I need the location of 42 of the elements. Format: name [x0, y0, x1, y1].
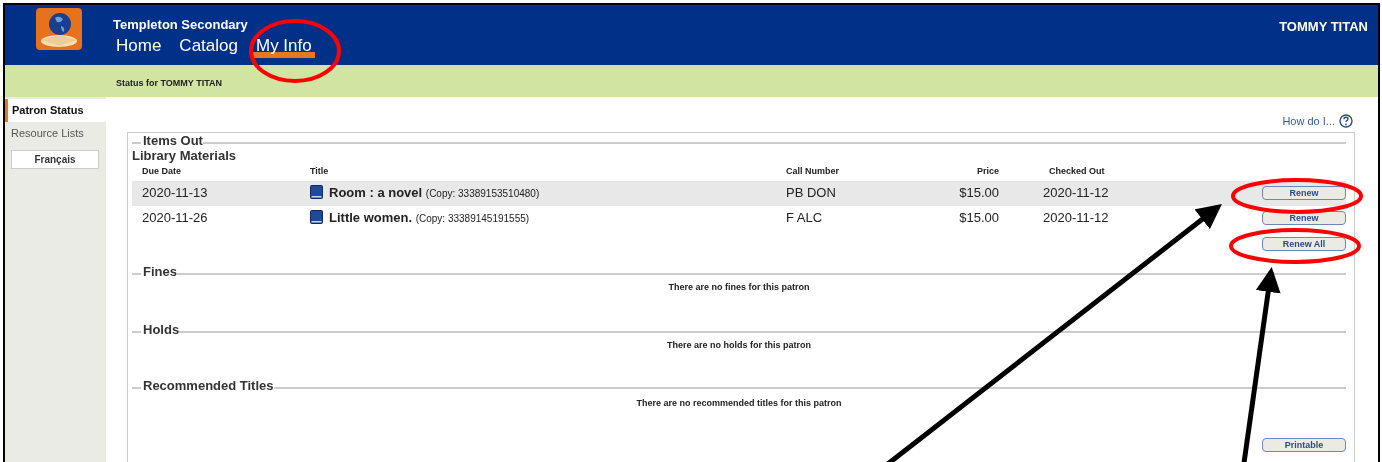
globe-book-logo-icon	[36, 8, 82, 50]
book-icon	[310, 185, 323, 200]
nav-tab[interactable]: My Info	[252, 36, 315, 58]
table-cell-text: 2020-11-26	[141, 209, 209, 228]
section-heading: Fines	[143, 263, 177, 279]
printable-button[interactable]: Printable	[1262, 437, 1346, 452]
sidebar-item[interactable]: Patron Status	[5, 99, 106, 122]
language-button[interactable]: Français	[11, 150, 99, 169]
user-name: TOMMY TITAN	[1279, 18, 1368, 36]
school-name: Templeton Secondary	[113, 17, 249, 32]
book-icon	[310, 210, 323, 225]
section-heading: Holds	[143, 321, 180, 337]
copy-number: (Copy: 33389153510480)	[425, 188, 540, 200]
table-cell-text: 2020-11-13	[141, 184, 209, 203]
renew-button[interactable]: Renew	[1262, 186, 1346, 200]
table-cell-text: $15.00	[958, 184, 999, 203]
section-heading: Recommended Titles	[143, 377, 274, 393]
empty-message: There are no fines for this patron	[667, 281, 811, 293]
renew-all-button[interactable]: Renew All	[1262, 236, 1346, 251]
item-title[interactable]: Little women.	[329, 210, 413, 226]
help-link[interactable]: How do I...	[1282, 113, 1335, 130]
column-header: Due Date	[141, 165, 182, 177]
table-cell-text: PB DON	[786, 184, 837, 203]
nav-tab[interactable]: Home	[113, 36, 165, 58]
column-header: Checked Out	[1048, 165, 1106, 177]
help-icon[interactable]	[1339, 114, 1353, 129]
empty-message: There are no holds for this patron	[666, 339, 812, 351]
item-title[interactable]: Room : a novel	[329, 185, 423, 201]
copy-number: (Copy: 33389145191555)	[415, 213, 530, 225]
table-cell-text: 2020-11-12	[1043, 209, 1110, 228]
column-header: Title	[310, 165, 330, 177]
column-header: Price	[975, 165, 999, 177]
table-cell-text: 2020-11-12	[1043, 184, 1110, 203]
table-cell-text: F ALC	[786, 209, 824, 228]
status-text: Status for TOMMY TITAN	[116, 76, 222, 90]
nav-tab[interactable]: Catalog	[176, 36, 241, 58]
sidebar-item[interactable]: Resource Lists	[5, 121, 106, 144]
empty-message: There are no recommended titles for this patron	[635, 397, 843, 409]
table-cell-text: $15.00	[958, 209, 999, 228]
table-subheading: Library Materials	[132, 147, 238, 164]
column-header: Call Number	[786, 165, 840, 177]
section-heading: Items Out	[143, 132, 203, 148]
